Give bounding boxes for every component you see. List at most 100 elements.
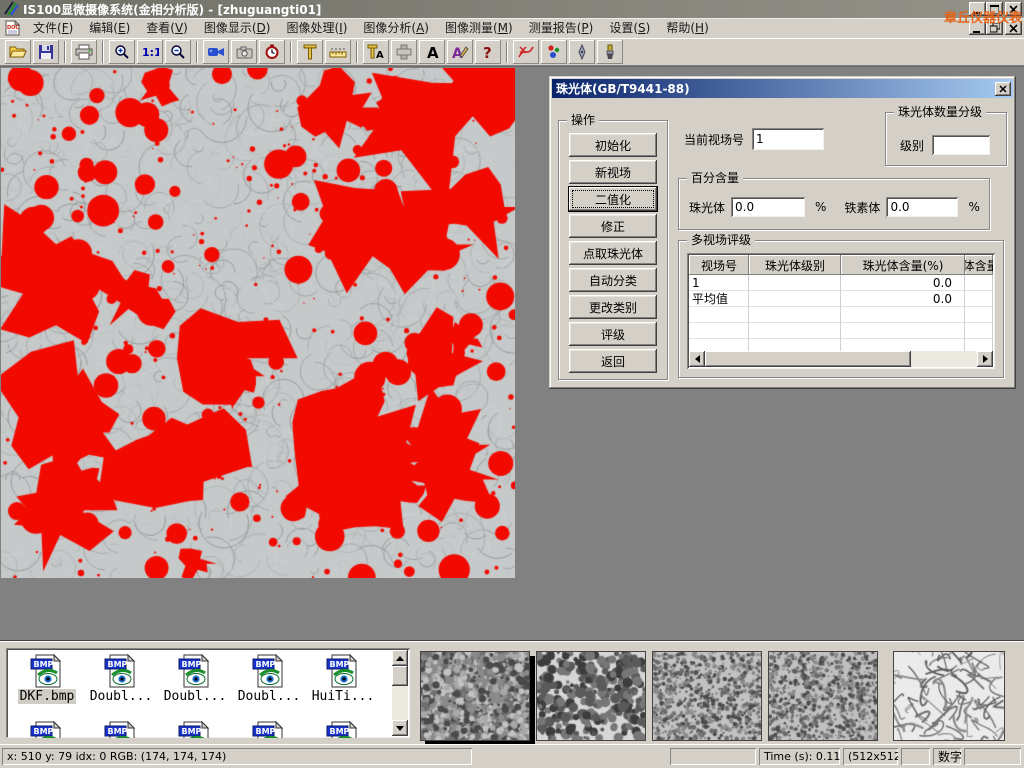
thumbnail-2[interactable] (536, 651, 646, 741)
svg-text:BMP: BMP (182, 727, 202, 736)
actual-size-icon[interactable]: 1:1 (137, 40, 163, 64)
status-empty-panel (670, 748, 756, 765)
svg-text:A: A (427, 44, 439, 60)
print-icon[interactable] (71, 40, 97, 64)
menu-help[interactable]: 帮助(H) (658, 18, 716, 38)
file-item-partial[interactable]: BMP (10, 720, 84, 738)
open-file-icon[interactable] (5, 40, 31, 64)
file-list-scrollbar[interactable] (392, 650, 408, 736)
video-capture-icon[interactable] (203, 40, 229, 64)
file-item[interactable]: BMP Doubl... (232, 653, 306, 704)
dialog-close-button[interactable] (995, 82, 1011, 96)
op-change-class-button[interactable]: 更改类别 (569, 295, 657, 319)
file-item[interactable]: BMP HuiTi... (306, 653, 380, 704)
svg-text:BMP: BMP (182, 660, 202, 669)
ferrite-percent-unit: % (968, 200, 979, 214)
scroll-down-button[interactable] (392, 720, 408, 736)
delete-measure-icon[interactable] (513, 40, 539, 64)
caliper-measure-icon[interactable] (297, 40, 323, 64)
op-correct-button[interactable]: 修正 (569, 214, 657, 238)
table-row[interactable]: 平均值 0.0 (689, 291, 993, 307)
scroll-right-button[interactable] (977, 351, 993, 367)
menu-image-process[interactable]: 图像处理(I) (278, 18, 355, 38)
particle-analysis-icon[interactable] (541, 40, 567, 64)
menu-settings[interactable]: 设置(S) (601, 18, 658, 38)
status-empty-panel (901, 748, 930, 765)
op-return-button[interactable]: 返回 (569, 349, 657, 373)
zoom-in-icon[interactable] (109, 40, 135, 64)
menu-bar: DOC 文件(F) 编辑(E) 查看(V) 图像显示(D) 图像处理(I) 图像… (0, 18, 1024, 38)
menu-edit[interactable]: 编辑(E) (81, 18, 138, 38)
scroll-up-button[interactable] (392, 650, 408, 666)
table-row[interactable]: 1 0.0 (689, 275, 993, 291)
help-icon[interactable]: ? (475, 40, 501, 64)
file-item[interactable]: BMP DKF.bmp (10, 653, 84, 704)
metallograph-image[interactable] (1, 68, 515, 578)
timer-icon[interactable] (259, 40, 285, 64)
menu-image-measure[interactable]: 图像测量(M) (437, 18, 521, 38)
document-icon[interactable]: DOC (3, 20, 21, 36)
save-icon[interactable] (33, 40, 59, 64)
table-row-empty (689, 323, 993, 339)
label-measure-icon[interactable]: A (363, 40, 389, 64)
grade-input[interactable] (932, 135, 990, 155)
file-name: Doubl... (162, 689, 229, 704)
thumbnail-3[interactable] (652, 651, 762, 741)
child-restore-button[interactable] (986, 21, 1003, 35)
scroll-thumb[interactable] (705, 351, 911, 367)
op-auto-classify-button[interactable]: 自动分类 (569, 268, 657, 292)
menu-image-display[interactable]: 图像显示(D) (196, 18, 279, 38)
op-initialize-button[interactable]: 初始化 (569, 133, 657, 157)
title-bar[interactable]: IS100显微摄像系统(金相分析版) - [zhuguangti01] (0, 0, 1024, 18)
file-item-partial[interactable]: BMP (306, 720, 380, 738)
file-item-partial[interactable]: BMP (158, 720, 232, 738)
dialog-title-bar[interactable]: 珠光体(GB/T9441-88) (552, 79, 1013, 98)
thumbnail-5[interactable] (893, 651, 1005, 741)
zoom-out-icon[interactable] (165, 40, 191, 64)
op-new-field-button[interactable]: 新视场 (569, 160, 657, 184)
file-item[interactable]: BMP Doubl... (158, 653, 232, 704)
cell-grade (749, 275, 841, 291)
menu-view[interactable]: 查看(V) (138, 18, 196, 38)
table-horizontal-scrollbar[interactable] (689, 351, 993, 367)
close-button[interactable] (1005, 2, 1022, 16)
child-close-button[interactable] (1005, 21, 1022, 35)
op-binarize-button[interactable]: 二值化 (569, 187, 657, 211)
cell-ferrite-pct (965, 291, 993, 307)
text-annotation-icon[interactable]: A (419, 40, 445, 64)
snapshot-icon[interactable] (231, 40, 257, 64)
image-stitch-icon[interactable] (391, 40, 417, 64)
pearlite-dialog: 珠光体(GB/T9441-88) 操作 初始化 新视场 二值化 修正 点取珠光体… (549, 76, 1016, 389)
menu-file[interactable]: 文件(F) (25, 18, 81, 38)
scroll-left-button[interactable] (689, 351, 705, 367)
child-minimize-button[interactable] (969, 21, 986, 35)
op-pick-pearlite-button[interactable]: 点取珠光体 (569, 241, 657, 265)
thumbnail-4[interactable] (768, 651, 878, 741)
cell-pearlite-pct: 0.0 (841, 275, 965, 291)
window-title: IS100显微摄像系统(金相分析版) - [zhuguangti01] (23, 1, 321, 18)
svg-text:1:1: 1:1 (142, 46, 159, 59)
current-field-input[interactable] (752, 128, 824, 150)
thumbnail-1[interactable] (420, 651, 530, 741)
maximize-button[interactable] (986, 2, 1003, 16)
dialog-title: 珠光体(GB/T9441-88) (556, 80, 995, 97)
op-rate-button[interactable]: 评级 (569, 322, 657, 346)
operations-group: 操作 初始化 新视场 二值化 修正 点取珠光体 自动分类 更改类别 评级 返回 (558, 120, 668, 380)
pearlite-percent-input[interactable] (731, 197, 805, 217)
cell-field-no: 1 (689, 275, 749, 291)
menu-measure-report[interactable]: 测量报告(P) (521, 18, 602, 38)
scroll-thumb[interactable] (392, 666, 408, 686)
edit-annotation-icon[interactable]: A (447, 40, 473, 64)
draw-pen-icon[interactable] (569, 40, 595, 64)
minimize-button[interactable] (969, 2, 986, 16)
file-item-partial[interactable]: BMP (232, 720, 306, 738)
paint-brush-icon[interactable] (597, 40, 623, 64)
file-item[interactable]: BMP Doubl... (84, 653, 158, 704)
file-item-partial[interactable]: BMP (84, 720, 158, 738)
svg-text:BMP: BMP (108, 727, 128, 736)
pearlite-percent-unit: % (815, 200, 826, 214)
svg-text:BMP: BMP (34, 727, 54, 736)
ruler-measure-icon[interactable] (325, 40, 351, 64)
menu-image-analysis[interactable]: 图像分析(A) (355, 18, 437, 38)
ferrite-percent-input[interactable] (886, 197, 958, 217)
